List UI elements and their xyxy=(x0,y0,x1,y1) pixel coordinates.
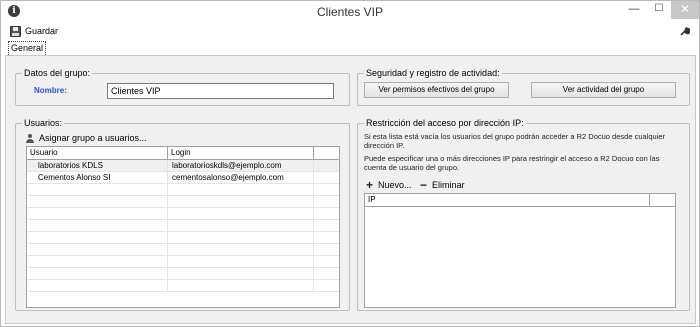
cell-login: laboratorioskdls@ejemplo.com xyxy=(168,160,314,171)
nombre-label: Nombre: xyxy=(34,86,67,95)
empty-row xyxy=(27,220,339,232)
tab-general[interactable]: General xyxy=(8,41,47,55)
toolbar: Guardar xyxy=(1,23,699,39)
nuevo-ip-button[interactable]: + Nuevo... xyxy=(366,178,412,192)
ip-table: IP xyxy=(364,193,676,308)
empty-row xyxy=(27,256,339,268)
seguridad-legend: Seguridad y registro de actividad: xyxy=(366,68,500,78)
wrench-icon[interactable] xyxy=(679,25,691,39)
column-header-filler xyxy=(314,147,339,159)
column-header-usuario[interactable]: Usuario xyxy=(27,147,168,159)
restriccion-help-2: Puede especificar una o más direcciones … xyxy=(364,154,660,172)
plus-icon: + xyxy=(366,178,374,192)
close-button[interactable]: ✕ xyxy=(671,1,699,19)
column-header-ip[interactable]: IP xyxy=(365,194,651,206)
restriccion-help-1: Si esta lista está vacía los usuarios de… xyxy=(364,132,666,150)
minus-icon: − xyxy=(420,178,428,192)
ip-table-header: IP xyxy=(365,194,675,207)
table-row[interactable]: laboratorios KDLS laboratorioskdls@ejemp… xyxy=(27,160,339,172)
table-row[interactable]: Cementos Alonso SI cementosalonso@ejempl… xyxy=(27,172,339,184)
usuarios-legend: Usuarios: xyxy=(24,118,63,128)
empty-row xyxy=(27,268,339,280)
usuarios-table-header: Usuario Login xyxy=(27,147,339,160)
column-header-filler xyxy=(650,194,675,206)
ver-actividad-button[interactable]: Ver actividad del grupo xyxy=(531,82,676,98)
empty-row xyxy=(27,208,339,220)
column-header-login[interactable]: Login xyxy=(168,147,314,159)
empty-row xyxy=(27,232,339,244)
eliminar-ip-button[interactable]: − Eliminar xyxy=(420,178,465,192)
empty-row xyxy=(27,280,339,292)
title-bar: i Clientes VIP — ☐ ✕ xyxy=(1,1,699,23)
user-icon xyxy=(26,133,34,143)
restriccion-ip-legend: Restricción del acceso por dirección IP: xyxy=(366,118,524,128)
seguridad-group: Seguridad y registro de actividad: Ver p… xyxy=(357,68,690,106)
maximize-button[interactable]: ☐ xyxy=(647,1,671,19)
save-button[interactable]: Guardar xyxy=(10,24,58,38)
save-label: Guardar xyxy=(25,26,59,36)
tab-content-general: Datos del grupo: Nombre: Clientes VIP Se… xyxy=(5,55,696,324)
ver-permisos-button[interactable]: Ver permisos efectivos del grupo xyxy=(364,82,509,98)
usuarios-table: Usuario Login laboratorios KDLS laborato… xyxy=(26,146,340,308)
eliminar-ip-label: Eliminar xyxy=(432,180,465,190)
cell-usuario: Cementos Alonso SI xyxy=(27,172,168,183)
empty-row xyxy=(27,196,339,208)
cell-login: cementosalonso@ejemplo.com xyxy=(168,172,314,183)
empty-row xyxy=(27,184,339,196)
nombre-input[interactable]: Clientes VIP xyxy=(107,83,334,99)
floppy-disk-icon xyxy=(10,25,21,37)
asignar-usuarios-label: Asignar grupo a usuarios... xyxy=(39,133,147,143)
window-title: Clientes VIP xyxy=(316,5,384,19)
restriccion-ip-group: Restricción del acceso por dirección IP:… xyxy=(357,118,690,311)
minimize-button[interactable]: — xyxy=(621,1,647,19)
empty-row xyxy=(27,244,339,256)
datos-grupo-legend: Datos del grupo: xyxy=(24,68,91,78)
usuarios-group: Usuarios: Asignar grupo a usuarios... Us… xyxy=(15,118,350,311)
datos-grupo-group: Datos del grupo: Nombre: Clientes VIP xyxy=(15,68,350,106)
window: i Clientes VIP — ☐ ✕ Guardar General Dat… xyxy=(0,0,700,327)
asignar-usuarios-button[interactable]: Asignar grupo a usuarios... xyxy=(26,133,147,143)
nuevo-ip-label: Nuevo... xyxy=(378,180,412,190)
cell-usuario: laboratorios KDLS xyxy=(27,160,168,171)
